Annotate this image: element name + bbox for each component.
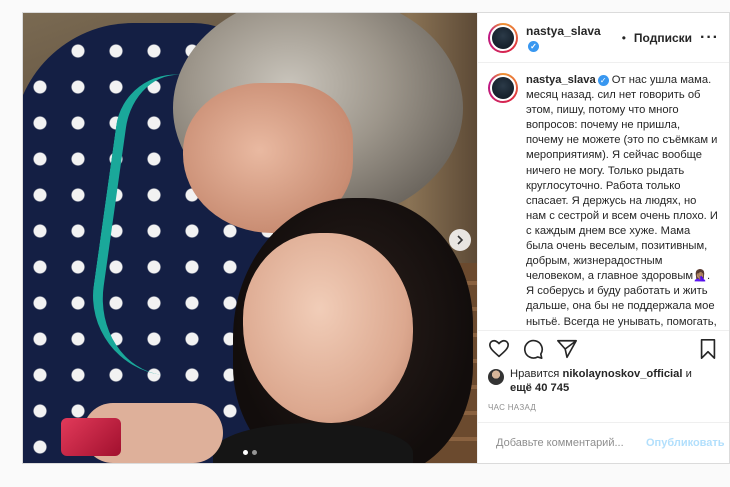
heart-icon[interactable] xyxy=(488,338,510,360)
carousel-dots xyxy=(23,450,477,455)
carousel-dot xyxy=(252,450,257,455)
likes-prefix: Нравится xyxy=(510,368,560,380)
action-bar xyxy=(478,331,729,367)
bookmark-icon[interactable] xyxy=(697,338,719,360)
post-header: nastya_slava ✓ • Подписки ··· xyxy=(478,13,729,63)
avatar[interactable] xyxy=(488,22,518,53)
comment-input[interactable] xyxy=(496,437,638,449)
caption-text-container: nastya_slava ✓ От нас ушла мама. месяц на… xyxy=(526,73,719,330)
liker-avatar[interactable] xyxy=(488,369,504,385)
verified-badge-icon: ✓ xyxy=(597,75,609,86)
comment-bar: Опубликовать xyxy=(478,423,729,463)
caption-text: От нас ушла мама. месяц назад. сил нет г… xyxy=(526,74,718,328)
instagram-post: nastya_slava✓ • Подписки ··· nastya_slav… xyxy=(22,12,730,464)
post-photo[interactable] xyxy=(23,13,477,463)
paper-plane-icon[interactable] xyxy=(556,338,578,360)
carousel-dot-active xyxy=(243,450,248,455)
separator-dot: • xyxy=(621,30,626,45)
publish-button[interactable]: Опубликовать xyxy=(646,437,725,449)
verified-badge-icon: ✓ xyxy=(528,40,539,52)
following-button[interactable]: Подписки xyxy=(634,31,692,45)
likes-count-link[interactable]: ещё 40 745 xyxy=(510,382,569,394)
chevron-right-icon[interactable] xyxy=(449,229,471,251)
post-time[interactable]: ЧАС НАЗАД xyxy=(478,395,729,423)
caption-block: nastya_slava ✓ От нас ушла мама. месяц на… xyxy=(478,63,729,331)
username-text: nastya_slava xyxy=(526,23,601,38)
photo-girl-face xyxy=(243,233,413,423)
more-options-icon[interactable]: ··· xyxy=(700,29,719,47)
caption-username[interactable]: nastya_slava xyxy=(526,74,596,86)
likes-user-link[interactable]: nikolaynoskov_official xyxy=(562,368,682,380)
likes-text: Нравится nikolaynoskov_official и ещё 40… xyxy=(510,367,692,395)
likes-row: Нравится nikolaynoskov_official и ещё 40… xyxy=(478,367,729,395)
post-side-panel: nastya_slava✓ • Подписки ··· nastya_slav… xyxy=(477,13,729,463)
likes-and: и xyxy=(685,368,692,380)
username-link[interactable]: nastya_slava ✓ xyxy=(526,24,614,52)
caption-avatar[interactable] xyxy=(488,73,518,103)
comment-icon[interactable] xyxy=(522,338,544,360)
